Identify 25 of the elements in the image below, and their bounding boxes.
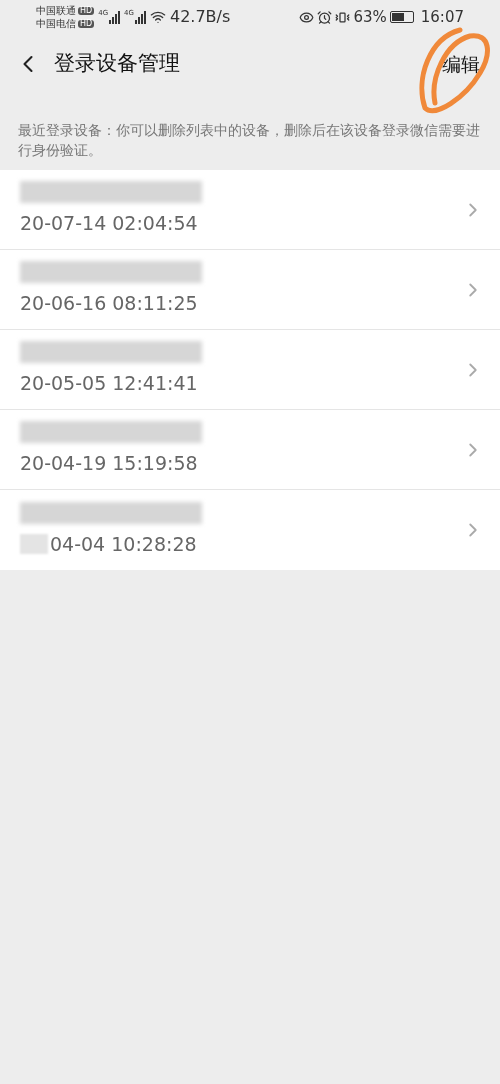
device-row[interactable]: 20-04-19 15:19:58 [0,410,500,490]
alarm-icon [317,9,333,25]
device-row[interactable]: 20-06-16 08:11:25 [0,250,500,330]
wifi-icon [149,9,166,25]
device-row[interactable]: 20-07-14 02:04:54 [0,170,500,250]
notice-text: 最近登录设备：你可以删除列表中的设备，删除后在该设备登录微信需要进行身份验证。 [17,121,481,160]
network-speed: 42.7B/s [169,6,231,28]
vibrate-icon [335,9,351,25]
page-title: 登录设备管理 [54,50,180,78]
battery-icon [389,11,414,23]
eye-icon [299,9,315,25]
login-time: 20-07-14 02:04:54 [20,211,198,237]
redacted-date [20,534,48,554]
carrier-name: 中国联通 [36,4,76,17]
login-time: 04-04 10:28:28 [50,531,197,557]
carrier-name: 中国电信 [36,17,76,30]
login-time: 20-05-05 12:41:41 [20,371,198,397]
device-row[interactable]: 20-05-05 12:41:41 [0,330,500,410]
battery-percent: 63% [353,6,387,28]
hd-badge: HD [78,19,95,28]
hd-badge: HD [78,6,95,15]
device-row[interactable]: 04-04 10:28:28 [0,490,500,570]
clock: 16:07 [420,6,464,28]
login-time: 20-04-19 15:19:58 [20,451,198,477]
login-time: 20-06-16 08:11:25 [20,291,198,317]
